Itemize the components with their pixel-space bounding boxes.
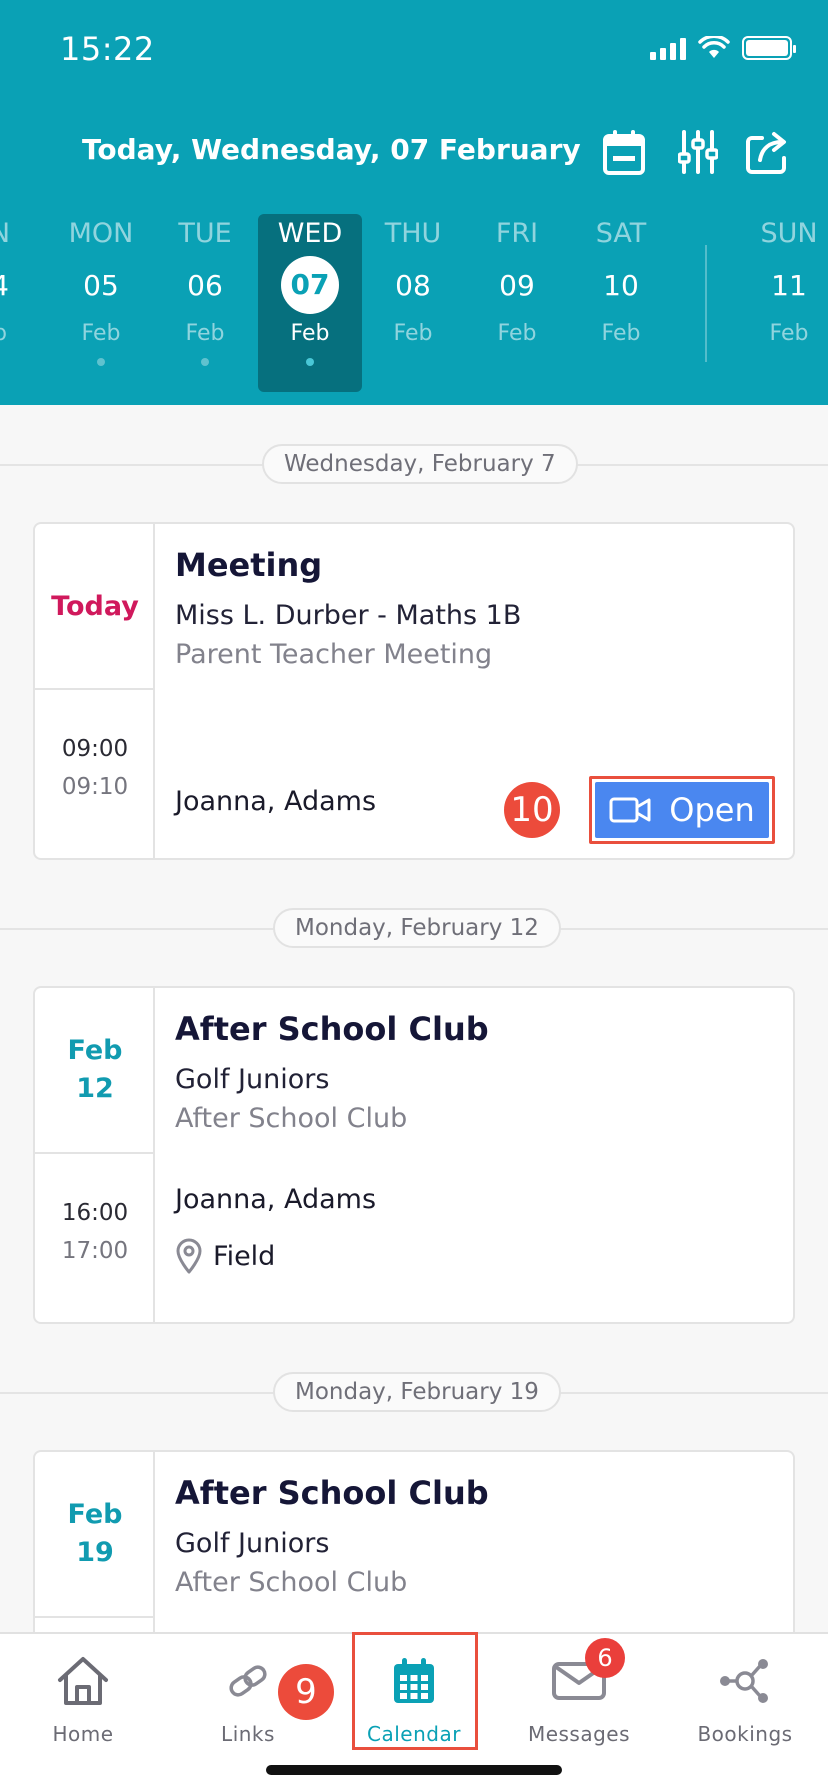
start-time: 16:00 xyxy=(61,1200,129,1226)
day-number: 06 xyxy=(187,269,223,302)
section-date-label: Monday, February 12 xyxy=(273,908,561,948)
event-times: 09:00 09:10 xyxy=(35,710,155,806)
tab-bookings[interactable]: Bookings xyxy=(680,1646,810,1756)
calendar-icon xyxy=(603,130,645,175)
open-button-label: Open xyxy=(669,791,755,829)
network-icon xyxy=(720,1659,768,1703)
home-indicator xyxy=(266,1765,562,1775)
home-icon xyxy=(58,1657,108,1705)
event-date-column: Feb 12 16:00 17:00 xyxy=(35,988,155,1322)
day-monday[interactable]: MON 05 Feb xyxy=(49,214,153,394)
day-month: Feb xyxy=(769,321,809,346)
calendar-picker-button[interactable] xyxy=(600,126,648,178)
event-title: Meeting xyxy=(175,546,323,584)
location-label: Field xyxy=(213,1240,276,1272)
share-button[interactable] xyxy=(744,126,792,178)
day-number: 11 xyxy=(771,269,807,302)
event-month: Feb xyxy=(67,1035,123,1066)
event-subtitle: Golf Juniors xyxy=(175,1064,330,1095)
event-location: Field xyxy=(175,1238,275,1274)
status-icons xyxy=(650,36,796,60)
tab-home[interactable]: Home xyxy=(18,1646,148,1756)
share-icon xyxy=(746,132,786,174)
event-day: 12 xyxy=(76,1073,114,1104)
day-name: N xyxy=(0,214,52,254)
end-time: 17:00 xyxy=(61,1238,129,1264)
event-day: 19 xyxy=(76,1537,114,1568)
tutorial-step-badge: 10 xyxy=(504,782,560,838)
calendar-screen: 15:22 Today, Wednesday, 07 February MON … xyxy=(0,0,828,1792)
event-people: Joanna, Adams xyxy=(175,786,377,817)
day-month: Feb xyxy=(81,321,121,346)
tab-messages[interactable]: Messages xyxy=(514,1646,644,1756)
event-card-after-school-club[interactable]: Feb 12 16:00 17:00 After School Club Gol… xyxy=(33,986,795,1324)
day-saturday[interactable]: SAT 10 Feb xyxy=(569,214,673,394)
messages-unread-badge: 6 xyxy=(585,1638,625,1678)
event-dot xyxy=(201,358,209,366)
event-type: Parent Teacher Meeting xyxy=(175,639,493,670)
day-name: THU xyxy=(384,218,442,249)
tab-label: Links xyxy=(221,1722,275,1746)
day-number: 4 xyxy=(0,258,52,314)
day-sunday-prev[interactable]: N 4 b xyxy=(0,214,52,394)
tab-label: Messages xyxy=(527,1722,631,1746)
event-title: After School Club xyxy=(175,1010,489,1048)
tutorial-step-badge: 9 xyxy=(278,1664,334,1720)
wifi-icon xyxy=(698,36,730,58)
event-title: After School Club xyxy=(175,1474,489,1512)
day-friday[interactable]: FRI 09 Feb xyxy=(465,214,569,394)
day-month: Feb xyxy=(185,321,225,346)
start-time: 09:00 xyxy=(61,736,129,762)
day-number: 09 xyxy=(499,269,535,302)
day-number: 08 xyxy=(395,269,431,302)
day-month: Feb xyxy=(393,321,433,346)
day-name: FRI xyxy=(495,218,539,249)
day-number: 05 xyxy=(83,269,119,302)
end-time: 09:10 xyxy=(61,774,129,800)
calendar-tab-highlight xyxy=(352,1632,478,1750)
event-month: Feb xyxy=(67,1499,123,1530)
location-pin-icon xyxy=(176,1238,202,1274)
event-type: After School Club xyxy=(175,1567,408,1598)
event-type: After School Club xyxy=(175,1103,408,1134)
status-time: 15:22 xyxy=(60,30,155,68)
cellular-signal-icon xyxy=(650,36,686,60)
event-subtitle: Miss L. Durber - Maths 1B xyxy=(175,600,522,631)
tab-label: Home xyxy=(52,1722,114,1746)
event-people: Joanna, Adams xyxy=(175,1184,377,1215)
day-name: MON xyxy=(68,218,134,249)
filter-button[interactable] xyxy=(674,126,722,178)
video-camera-icon xyxy=(609,797,651,823)
day-month: Feb xyxy=(497,321,537,346)
week-divider xyxy=(705,245,707,362)
event-date-column: Today 09:00 09:10 xyxy=(35,524,155,858)
day-month: Feb xyxy=(601,321,641,346)
day-number: 07 xyxy=(281,256,339,314)
tab-label: Bookings xyxy=(697,1722,793,1746)
section-date-label: Monday, February 19 xyxy=(273,1372,561,1412)
link-icon xyxy=(229,1665,267,1697)
event-dot xyxy=(97,358,105,366)
day-name: TUE xyxy=(178,218,232,249)
section-date-label: Wednesday, February 7 xyxy=(262,444,578,484)
open-meeting-button[interactable]: Open xyxy=(589,776,775,844)
day-sunday[interactable]: SUN 11 Feb xyxy=(737,214,828,394)
day-wednesday-selected[interactable]: WED 07 Feb xyxy=(258,214,362,392)
event-subtitle: Golf Juniors xyxy=(175,1528,330,1559)
event-times: 16:00 17:00 xyxy=(35,1174,155,1270)
event-dot xyxy=(306,358,314,366)
day-name: SAT xyxy=(595,218,647,249)
day-tuesday[interactable]: TUE 06 Feb xyxy=(153,214,257,394)
day-number: 10 xyxy=(603,269,639,302)
day-month: b xyxy=(0,314,52,354)
day-name: SUN xyxy=(760,218,818,249)
today-label: Today xyxy=(51,590,139,622)
day-thursday[interactable]: THU 08 Feb xyxy=(361,214,465,394)
day-month: Feb xyxy=(290,321,330,346)
battery-icon xyxy=(742,36,796,60)
header: 15:22 Today, Wednesday, 07 February MON … xyxy=(0,0,828,405)
sliders-icon xyxy=(678,130,718,174)
page-title: Today, Wednesday, 07 February xyxy=(82,133,581,166)
day-name: WED xyxy=(277,218,343,249)
